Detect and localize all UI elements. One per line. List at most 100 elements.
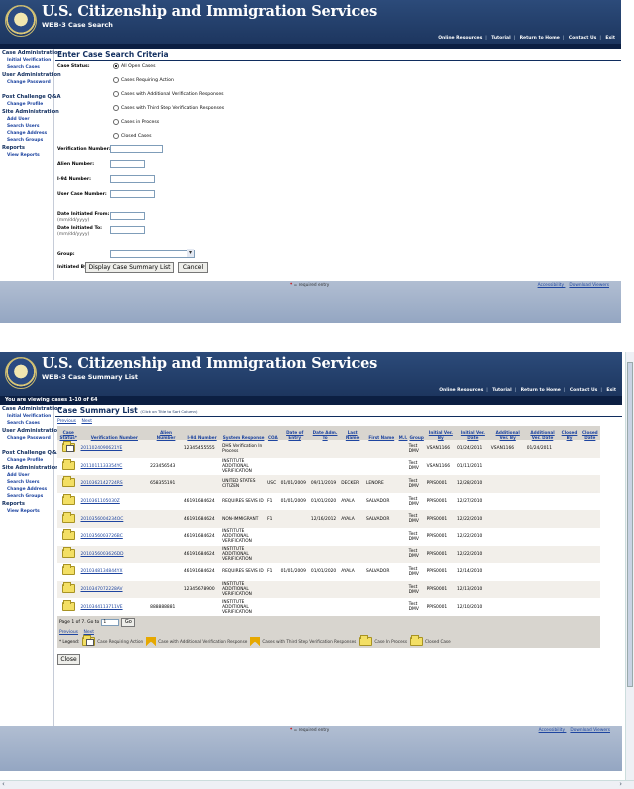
date-to-input[interactable] [110,226,145,234]
case-status-cell[interactable] [57,545,80,564]
folder-icon[interactable] [61,476,75,488]
case-status-cell[interactable] [57,475,80,493]
previous-link-bottom[interactable]: Previous [59,630,78,635]
sidebar-item-search-groups[interactable]: Search Groups [0,493,53,500]
column-header[interactable]: COA [266,426,280,440]
radio-third-step[interactable]: Cases with Third Step Verification Respo… [113,105,224,111]
folder-action-icon[interactable] [61,441,75,453]
scrollbar-thumb[interactable] [627,362,633,687]
group-select[interactable] [110,249,195,258]
nav-contact-us[interactable]: Contact Us [569,36,597,41]
sidebar-item-search-groups[interactable]: Search Groups [0,137,53,144]
sidebar-item-change-profile[interactable]: Change Profile [0,101,53,108]
cell-vn[interactable]: 2010361105030Z [79,492,150,511]
column-header[interactable]: Additional Ver. By [489,426,526,440]
verification-number-link[interactable]: 2010348134844YX [80,569,122,574]
case-status-cell[interactable] [57,457,80,476]
column-header[interactable]: Initial Ver. Date [456,426,490,440]
case-status-cell[interactable] [57,563,80,581]
sidebar-item-search-cases[interactable]: Search Cases [0,420,53,427]
close-button[interactable]: Close [57,653,80,665]
sidebar-heading-post-challenge[interactable]: Post Challenge Q&A [0,449,61,457]
nav-contact-us[interactable]: Contact Us [570,388,598,393]
sidebar-item-add-user[interactable]: Add User [0,472,53,479]
case-status-cell[interactable] [57,598,80,616]
nav-return-home[interactable]: Return to Home [520,36,560,41]
sidebar-heading-post-challenge[interactable]: Post Challenge Q&A [0,93,61,101]
user-case-number-input[interactable] [110,190,155,198]
sidebar-item-initial-verification[interactable]: Initial Verification [0,57,53,64]
verification-number-link[interactable]: 2010344113711VE [80,605,122,610]
sidebar-item-view-reports[interactable]: View Reports [0,508,53,515]
cell-vn[interactable]: 2010356004234OC [79,510,150,528]
verification-number-link[interactable]: 2010356003626DD [80,552,123,557]
column-header[interactable]: System Response [221,426,267,440]
case-status-cell[interactable] [57,580,80,599]
nav-tutorial[interactable]: Tutorial [491,36,510,41]
column-header[interactable]: Closed By [559,426,580,440]
column-header[interactable]: M.I. [397,426,408,440]
radio-requiring-action[interactable]: Cases Requiring Action [113,77,174,83]
nav-exit[interactable]: Exit [605,36,615,41]
cell-vn[interactable]: 2011011133354YC [79,457,150,476]
column-header[interactable]: First Name [364,426,398,440]
nav-return-home[interactable]: Return to Home [521,388,561,393]
accessibility-link[interactable]: Accessibility [539,728,565,733]
cell-vn[interactable]: 2010348134844YX [79,563,150,581]
verification-number-link[interactable]: 2010347072228AV [80,587,122,592]
go-button[interactable]: Go [121,617,136,627]
folder-icon[interactable] [61,599,75,611]
verification-number-link[interactable]: 2010362142724RS [80,481,122,486]
verification-number-link[interactable]: 2011011133354YC [80,464,122,469]
column-header[interactable]: Case Status* [57,426,80,440]
radio-additional-ver[interactable]: Cases with Additional Verification Respo… [113,91,224,97]
alien-number-input[interactable] [110,160,145,168]
case-status-cell[interactable] [57,510,80,528]
column-header[interactable]: Date Adm. To [309,426,341,440]
column-header[interactable]: I-94 Number [182,426,222,440]
sidebar-item-search-users[interactable]: Search Users [0,123,53,130]
vertical-scrollbar[interactable] [625,352,634,780]
verification-number-link[interactable]: 2010361105030Z [80,499,119,504]
sidebar-item-change-address[interactable]: Change Address [0,130,53,137]
folder-icon[interactable] [61,564,75,576]
sidebar-item-change-address[interactable]: Change Address [0,486,53,493]
sidebar-item-add-user[interactable]: Add User [0,116,53,123]
cell-vn[interactable]: 2010362142724RS [79,475,150,493]
sidebar-item-change-profile[interactable]: Change Profile [0,457,53,464]
scroll-right-icon[interactable]: › [619,780,622,788]
folder-icon[interactable] [61,458,75,470]
cancel-button[interactable]: Cancel [178,262,208,273]
sidebar-item-search-cases[interactable]: Search Cases [0,64,53,71]
i94-number-input[interactable] [110,175,155,183]
horizontal-scrollbar[interactable]: ‹ › [0,780,634,789]
column-header[interactable]: Group [407,426,426,440]
nav-exit[interactable]: Exit [606,388,616,393]
cell-vn[interactable]: 2011024090621YE [79,440,150,458]
case-status-cell[interactable] [57,492,80,511]
scroll-left-icon[interactable]: ‹ [2,780,5,788]
display-case-summary-button[interactable]: Display Case Summary List [85,262,174,273]
sidebar-item-search-users[interactable]: Search Users [0,479,53,486]
accessibility-link[interactable]: Accessibility [538,283,564,288]
radio-in-process[interactable]: Cases in Process [113,119,159,125]
folder-icon[interactable] [61,529,75,541]
radio-all-open[interactable]: All Open Cases [113,63,156,69]
verification-number-link[interactable]: 2010356003726BC [80,534,122,539]
case-status-cell[interactable] [57,440,80,458]
next-link[interactable]: Next [81,419,91,424]
folder-icon[interactable] [61,546,75,558]
nav-online-resources[interactable]: Online Resources [438,36,482,41]
column-header[interactable]: Initial Ver. By [425,426,456,440]
sidebar-item-initial-verification[interactable]: Initial Verification [0,413,53,420]
sidebar-item-view-reports[interactable]: View Reports [0,152,53,159]
cell-vn[interactable]: 2010347072228AV [79,580,150,599]
folder-icon[interactable] [61,582,75,594]
nav-online-resources[interactable]: Online Resources [439,388,483,393]
previous-link[interactable]: Previous [57,419,76,424]
case-status-cell[interactable] [57,527,80,546]
column-header[interactable]: Last Name [340,426,365,440]
download-viewers-link[interactable]: Download Viewers [569,283,609,288]
column-header[interactable]: Date of Entry [279,426,310,440]
column-header[interactable]: Additional Ver. Date [525,426,560,440]
